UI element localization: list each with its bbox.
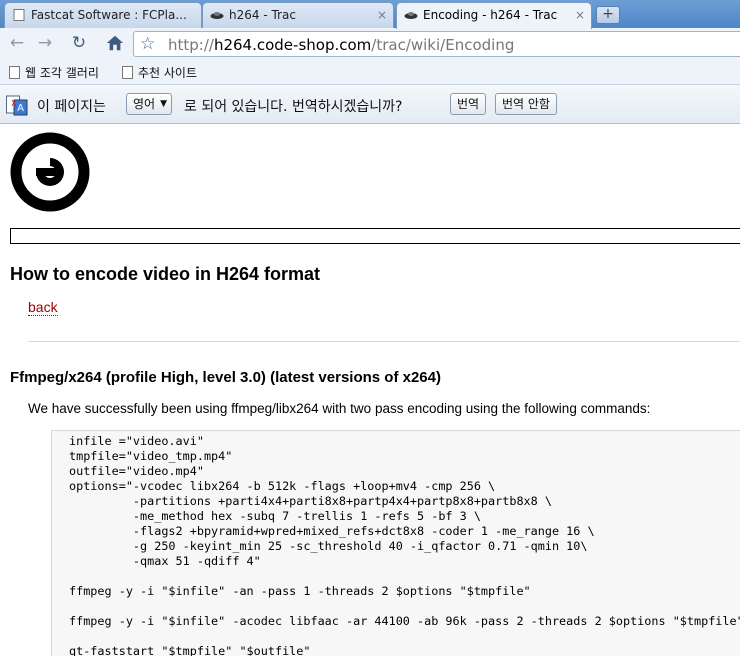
arrow-right-icon[interactable]: → xyxy=(34,32,56,54)
translate-button[interactable]: 번역 xyxy=(450,93,487,115)
section-heading: Ffmpeg/x264 (profile High, level 3.0) (l… xyxy=(10,369,441,386)
page-icon xyxy=(13,9,25,21)
tab-title: Encoding - h264 - Trac xyxy=(423,8,558,22)
close-tab-icon[interactable]: × xyxy=(575,3,585,27)
svg-text:X: X xyxy=(11,99,17,108)
chevron-down-icon: ▼ xyxy=(160,99,167,109)
page-title: How to encode video in H264 format xyxy=(10,264,321,284)
back-link[interactable]: back xyxy=(28,299,58,316)
svg-text:A: A xyxy=(17,103,24,114)
divider xyxy=(28,341,740,342)
page-icon xyxy=(9,66,20,79)
trac-icon xyxy=(404,12,418,19)
bookmark-web-slice-gallery[interactable]: 웹 조각 갤러리 xyxy=(9,64,99,81)
star-icon[interactable]: ☆ xyxy=(140,34,155,54)
home-icon[interactable] xyxy=(103,32,127,54)
translate-icon: A X xyxy=(6,95,28,116)
main-navigation xyxy=(10,228,740,244)
code-text: infile ="video.avi" tmpfile="video_tmp.m… xyxy=(69,434,740,656)
intro-paragraph: We have successfully been using ffmpeg/l… xyxy=(28,401,651,416)
reload-icon[interactable]: ↻ xyxy=(68,32,90,54)
toolbar: ← → ↻ ☆ http://h264.code-shop.com/trac/w… xyxy=(0,28,740,60)
language-select[interactable]: 영어 ▼ xyxy=(126,93,172,115)
tab-title: h264 - Trac xyxy=(229,8,296,22)
no-translate-button[interactable]: 번역 안함 xyxy=(495,93,557,115)
tab-fastcat[interactable]: Fastcat Software : FCPla... xyxy=(4,2,202,28)
arrow-left-icon[interactable]: ← xyxy=(6,32,28,54)
tab-h264-trac[interactable]: h264 - Trac × xyxy=(202,2,394,28)
tab-strip: Fastcat Software : FCPla... h264 - Trac … xyxy=(0,0,740,29)
bookmarks-bar: 웹 조각 갤러리 추천 사이트 xyxy=(0,60,740,85)
page-icon xyxy=(122,66,133,79)
bookmark-suggested-sites[interactable]: 추천 사이트 xyxy=(122,64,197,81)
new-tab-button[interactable]: + xyxy=(596,6,620,24)
translate-message-prefix: 이 페이지는 xyxy=(37,99,106,115)
copyleft-logo[interactable] xyxy=(10,132,90,212)
close-tab-icon[interactable]: × xyxy=(377,3,387,27)
translate-bar: A X 이 페이지는 영어 ▼ 로 되어 있습니다. 번역하시겠습니까? 번역 번… xyxy=(0,85,740,124)
address-bar[interactable]: ☆ http://h264.code-shop.com/trac/wiki/En… xyxy=(133,31,740,57)
tab-title: Fastcat Software : FCPla... xyxy=(31,8,187,22)
code-block: infile ="video.avi" tmpfile="video_tmp.m… xyxy=(51,430,740,656)
tab-encoding[interactable]: Encoding - h264 - Trac × xyxy=(396,2,592,29)
url-text: http://h264.code-shop.com/trac/wiki/Enco… xyxy=(168,36,515,54)
trac-icon xyxy=(210,12,224,19)
translate-message-suffix: 로 되어 있습니다. 번역하시겠습니까? xyxy=(184,99,403,115)
